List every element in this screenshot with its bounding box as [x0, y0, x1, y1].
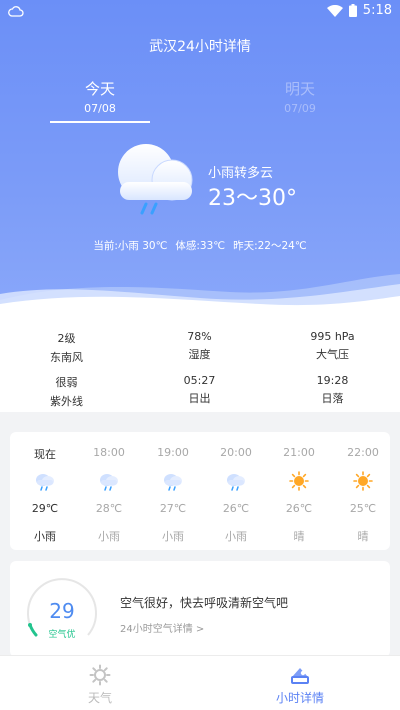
hour-temp: 28℃ — [95, 502, 123, 515]
hour-temp: 27℃ — [159, 502, 187, 515]
hour-condition: 小雨 — [34, 530, 56, 543]
stat-label: 紫外线 — [50, 395, 83, 408]
rain-cloud-icon — [227, 474, 245, 491]
tab-hourly-label: 小时详情 — [275, 691, 324, 705]
stat-label: 日出 — [188, 392, 211, 405]
hour-temp: 29℃ — [31, 502, 59, 515]
hour-column: 20:00 26℃ 小雨 — [211, 432, 261, 550]
stat-label: 大气压 — [316, 348, 349, 361]
status-time: 5:18 — [362, 3, 392, 18]
sun-icon — [353, 471, 373, 491]
stat-label: 日落 — [321, 392, 344, 405]
wifi-icon — [326, 4, 343, 17]
hour-column: 18:00 28℃ 小雨 — [84, 432, 134, 550]
hour-temp: 26℃ — [285, 502, 313, 515]
today-label: 今天 — [84, 80, 115, 98]
stat-pressure: 995 hPa 大气压 — [266, 330, 399, 362]
aqi-level: 空气优 — [48, 630, 76, 640]
hour-time: 18:00 — [93, 446, 125, 459]
hour-column: 22:00 25℃ 晴 — [338, 432, 388, 550]
tab-today[interactable]: 今天 07/08 — [50, 78, 150, 123]
sun-icon — [289, 471, 309, 491]
stat-label: 东南风 — [50, 351, 83, 364]
status-bar: 5:18 — [0, 0, 400, 24]
rain-cloud-icon — [100, 474, 118, 491]
stats-panel: 2级 东南风 78% 湿度 995 hPa 大气压 很弱 紫外线 05:27 日… — [0, 320, 400, 412]
stat-sunrise: 05:27 日出 — [133, 374, 266, 406]
temperature-range: 23～30° — [208, 186, 297, 211]
hour-column: 21:00 26℃ 晴 — [274, 432, 324, 550]
tomorrow-label: 明天 — [284, 80, 315, 98]
hour-condition: 晴 — [357, 530, 369, 543]
rain-cloud-large-icon — [118, 144, 193, 215]
hour-time: 现在 — [34, 448, 56, 461]
air-detail-link[interactable]: 24小时空气详情 > — [120, 620, 204, 635]
tab-underline — [50, 121, 150, 123]
cloud-status-icon — [8, 6, 24, 17]
stat-wind: 2级 东南风 — [0, 330, 133, 365]
stat-value: 2级 — [57, 332, 76, 345]
weather-condition: 小雨转多云 — [208, 166, 274, 181]
hour-condition: 小雨 — [162, 530, 184, 543]
hour-condition: 晴 — [293, 530, 305, 543]
stat-value: 很弱 — [55, 376, 78, 389]
air-message: 空气很好，快去呼吸清新空气吧 — [120, 596, 289, 610]
current-details: 当前:小雨 30℃ 体感:33℃ 昨天:22～24℃ — [0, 238, 400, 253]
battery-icon — [348, 4, 357, 17]
hour-column: 19:00 27℃ 小雨 — [148, 432, 198, 550]
stat-value: 78% — [187, 330, 212, 343]
hour-time: 21:00 — [283, 446, 315, 459]
rain-cloud-icon — [164, 474, 182, 491]
stat-uv: 很弱 紫外线 — [0, 374, 133, 409]
hour-time: 22:00 — [347, 446, 379, 459]
tab-weather-label: 天气 — [87, 691, 112, 705]
rain-cloud-icon — [36, 474, 54, 491]
stat-value: 05:27 — [183, 374, 216, 387]
hour-condition: 小雨 — [225, 530, 247, 543]
hourly-forecast-card[interactable]: 现在 29℃ 小雨 18:00 28℃ 小雨 19:00 27℃ 小雨 20:0… — [10, 432, 390, 550]
tomorrow-date: 07/09 — [284, 102, 316, 115]
hourly-detail-icon — [291, 668, 309, 684]
stat-value: 19:28 — [316, 374, 349, 387]
stat-humidity: 78% 湿度 — [133, 330, 266, 362]
aqi-value: 29 — [49, 599, 75, 623]
hour-time: 20:00 — [220, 446, 252, 459]
gear-sun-icon — [89, 664, 111, 686]
hour-time: 19:00 — [157, 446, 189, 459]
bottom-tab-bar: 天气 小时详情 — [0, 655, 400, 710]
tab-weather[interactable]: 天气 — [0, 656, 200, 710]
stat-label: 湿度 — [188, 348, 211, 361]
air-quality-card[interactable]: 29 空气优 空气很好，快去呼吸清新空气吧 24小时空气详情 > — [10, 561, 390, 657]
feels-like: 体感:33℃ — [175, 240, 226, 252]
tab-hourly-detail[interactable]: 小时详情 — [200, 656, 400, 710]
hour-column: 现在 29℃ 小雨 — [20, 432, 70, 550]
today-date: 07/08 — [84, 102, 116, 115]
stat-value: 995 hPa — [310, 330, 355, 343]
hour-condition: 小雨 — [98, 530, 120, 543]
current-now: 当前:小雨 30℃ — [93, 240, 168, 252]
wave-decoration — [0, 274, 400, 320]
yesterday-temp: 昨天:22～24℃ — [233, 240, 307, 252]
hero-panel: 5:18 武汉24小时详情 今天 07/08 明天 07/09 小雨转多云 23… — [0, 0, 400, 320]
page-title: 武汉24小时详情 — [149, 39, 251, 55]
stat-sunset: 19:28 日落 — [266, 374, 399, 406]
hour-temp: 25℃ — [349, 502, 377, 515]
tab-tomorrow[interactable]: 明天 07/09 — [250, 78, 350, 115]
hour-temp: 26℃ — [222, 502, 250, 515]
